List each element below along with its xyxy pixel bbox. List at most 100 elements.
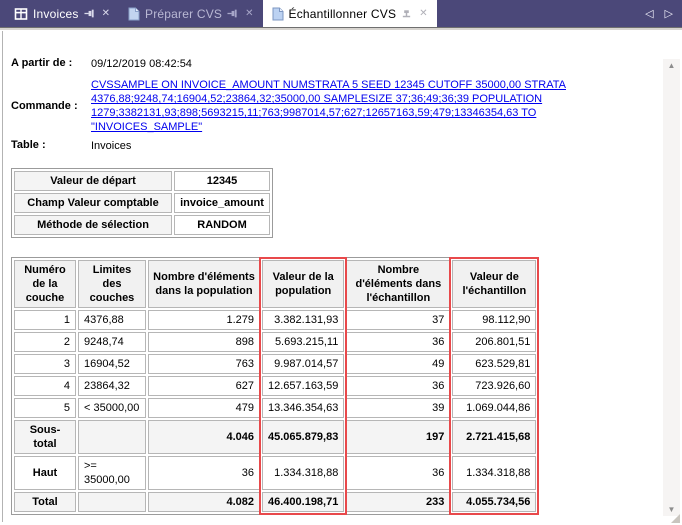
cell: 1.069.044,86: [452, 398, 536, 418]
scroll-down-icon[interactable]: ▼: [668, 505, 676, 514]
cell: 3: [14, 354, 76, 374]
cell: 98.112,90: [452, 310, 536, 330]
cell: 197: [346, 420, 450, 454]
tab-echantillonner-cvs[interactable]: Échantillonner CVS ✕: [263, 0, 437, 27]
cell: 5.693.215,11: [262, 332, 344, 352]
table-row: Champ Valeur comptable invoice_amount: [14, 193, 270, 213]
table-label: Table :: [11, 139, 91, 153]
pin-icon[interactable]: [227, 8, 238, 19]
from-label: A partir de :: [11, 57, 91, 71]
table-icon: [14, 7, 28, 21]
cell: 5: [14, 398, 76, 418]
cell: 206.801,51: [452, 332, 536, 352]
cell: 1.279: [148, 310, 260, 330]
table-row: Table : Invoices: [11, 139, 660, 153]
cell: 36: [148, 456, 260, 490]
strata-table-wrap: Numéro de la couche Limites des couches …: [11, 257, 539, 518]
report-pane: A partir de : 09/12/2019 08:42:54 Comman…: [0, 27, 682, 525]
cell: 23864,32: [78, 376, 146, 396]
cell: 1.334.318,88: [262, 456, 344, 490]
cell: 627: [148, 376, 260, 396]
row-label: Sous-total: [14, 420, 76, 454]
tab-scroll-buttons: ◁ ▷: [645, 0, 682, 27]
cell: 12.657.163,59: [262, 376, 344, 396]
params-table: Valeur de départ 12345 Champ Valeur comp…: [12, 169, 272, 237]
table-row: 3 16904,52 763 9.987.014,57 49 623.529,8…: [14, 354, 536, 374]
param-label: Méthode de sélection: [14, 215, 172, 235]
cell: 2.721.415,68: [452, 420, 536, 454]
table-header-row: Numéro de la couche Limites des couches …: [14, 260, 536, 308]
cell: 13.346.354,63: [262, 398, 344, 418]
cell: 763: [148, 354, 260, 374]
cell: [78, 492, 146, 512]
tab-bar: Invoices ✕ Préparer CVS ✕ Échantillonner…: [0, 0, 682, 27]
cell: 4.055.734,56: [452, 492, 536, 512]
params-table-frame: Valeur de départ 12345 Champ Valeur comp…: [11, 168, 273, 238]
vertical-scrollbar[interactable]: ▲ ▼: [663, 59, 680, 516]
column-header: Limites des couches: [78, 260, 146, 308]
document-icon: [272, 7, 284, 21]
cell: 4.046: [148, 420, 260, 454]
close-icon[interactable]: ✕: [102, 8, 110, 19]
pin-icon[interactable]: [84, 8, 95, 19]
pin-icon[interactable]: [401, 8, 412, 19]
column-header: Numéro de la couche: [14, 260, 76, 308]
table-row: 5 < 35000,00 479 13.346.354,63 39 1.069.…: [14, 398, 536, 418]
tab-preparer-cvs[interactable]: Préparer CVS ✕: [119, 0, 263, 27]
table-row: 1 4376,88 1.279 3.382.131,93 37 98.112,9…: [14, 310, 536, 330]
scroll-tabs-left-icon[interactable]: ◁: [645, 7, 653, 20]
cell: [78, 420, 146, 454]
command-link-wrap: CVSSAMPLE ON INVOICE_AMOUNT NUMSTRATA 5 …: [91, 78, 588, 134]
param-label: Champ Valeur comptable: [14, 193, 172, 213]
strata-table: Numéro de la couche Limites des couches …: [12, 258, 538, 514]
table-value: Invoices: [91, 139, 131, 153]
resize-grip-icon[interactable]: [671, 514, 680, 523]
haut-row: Haut >= 35000,00 36 1.334.318,88 36 1.33…: [14, 456, 536, 490]
close-icon[interactable]: ✕: [245, 8, 253, 19]
scroll-tabs-right-icon[interactable]: ▷: [665, 7, 673, 20]
from-row: A partir de : 09/12/2019 08:42:54: [11, 57, 660, 71]
scroll-up-icon[interactable]: ▲: [668, 61, 676, 70]
cell: 2: [14, 332, 76, 352]
cell: 1: [14, 310, 76, 330]
command-label: Commande :: [11, 100, 91, 112]
tab-label: Échantillonner CVS: [289, 7, 397, 21]
param-value: RANDOM: [174, 215, 270, 235]
cell: 4376,88: [78, 310, 146, 330]
cell: 45.065.879,83: [262, 420, 344, 454]
cell: 36: [346, 376, 450, 396]
cell: 9.987.014,57: [262, 354, 344, 374]
total-row: Total 4.082 46.400.198,71 233 4.055.734,…: [14, 492, 536, 512]
row-label: Total: [14, 492, 76, 512]
cell: 49: [346, 354, 450, 374]
cell: 46.400.198,71: [262, 492, 344, 512]
cell: 9248,74: [78, 332, 146, 352]
table-row: Valeur de départ 12345: [14, 171, 270, 191]
command-row: Commande : CVSSAMPLE ON INVOICE_AMOUNT N…: [11, 78, 660, 134]
document-icon: [128, 7, 140, 21]
from-value: 09/12/2019 08:42:54: [91, 57, 192, 71]
cell: 4: [14, 376, 76, 396]
cell: 39: [346, 398, 450, 418]
cell: 3.382.131,93: [262, 310, 344, 330]
cell: 37: [346, 310, 450, 330]
cell: < 35000,00: [78, 398, 146, 418]
tab-invoices[interactable]: Invoices ✕: [5, 0, 119, 27]
param-value: 12345: [174, 171, 270, 191]
close-icon[interactable]: ✕: [419, 8, 427, 19]
cell: 723.926,60: [452, 376, 536, 396]
column-header: Nombre d'éléments dans la population: [148, 260, 260, 308]
cell: 16904,52: [78, 354, 146, 374]
frame-shade: [0, 28, 682, 30]
subtotal-row: Sous-total 4.046 45.065.879,83 197 2.721…: [14, 420, 536, 454]
cell: 36: [346, 456, 450, 490]
cell: 4.082: [148, 492, 260, 512]
cell: 623.529,81: [452, 354, 536, 374]
tab-label: Préparer CVS: [145, 7, 222, 21]
cell: 898: [148, 332, 260, 352]
cvssample-command-link[interactable]: CVSSAMPLE ON INVOICE_AMOUNT NUMSTRATA 5 …: [91, 79, 566, 133]
table-row: Méthode de sélection RANDOM: [14, 215, 270, 235]
param-value: invoice_amount: [174, 193, 270, 213]
cell: 36: [346, 332, 450, 352]
report-content: A partir de : 09/12/2019 08:42:54 Comman…: [4, 31, 660, 521]
